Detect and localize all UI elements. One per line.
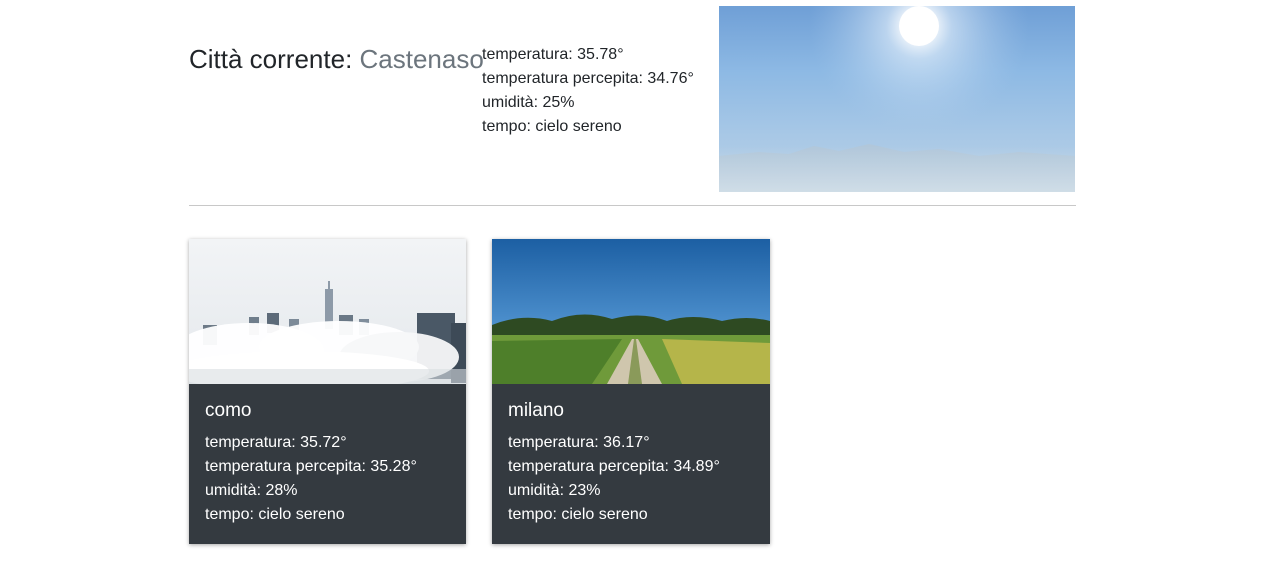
city-card-temperature: temperatura: 35.72° <box>205 434 347 451</box>
main-container: Città corrente: Castenaso temperatura: 3… <box>189 0 1076 544</box>
city-card-weather: tempo: cielo sereno <box>508 506 648 523</box>
section-divider <box>189 205 1076 206</box>
city-card-milano[interactable]: milano temperatura: 36.17° temperatura p… <box>492 239 770 544</box>
city-card-feels-like: temperatura percepita: 34.89° <box>508 458 720 475</box>
city-card-image <box>492 239 770 384</box>
city-card-body: milano temperatura: 36.17° temperatura p… <box>508 399 720 527</box>
sunny-sky-illustration <box>719 6 1075 192</box>
current-city-label: Città corrente: <box>189 44 360 74</box>
city-card-title: como <box>205 400 252 421</box>
current-feels-like: temperatura percepita: 34.76° <box>482 70 694 87</box>
city-card-weather: tempo: cielo sereno <box>205 506 345 523</box>
current-humidity: umidità: 25% <box>482 94 575 111</box>
current-weather-image <box>719 6 1075 192</box>
city-card-feels-like: temperatura percepita: 35.28° <box>205 458 417 475</box>
city-card-humidity: umidità: 28% <box>205 482 298 499</box>
current-city-section: Città corrente: Castenaso temperatura: 3… <box>189 0 1076 206</box>
countryside-road-illustration <box>492 239 770 384</box>
city-card-humidity: umidità: 23% <box>508 482 601 499</box>
city-card-title: milano <box>508 400 564 421</box>
city-in-clouds-illustration <box>189 239 466 391</box>
current-temperature: temperatura: 35.78° <box>482 46 624 63</box>
current-weather: tempo: cielo sereno <box>482 118 622 135</box>
sun-icon <box>899 6 939 46</box>
city-card-temperature: temperatura: 36.17° <box>508 434 650 451</box>
city-card-image <box>189 239 466 391</box>
current-city-name: Castenaso <box>359 44 484 74</box>
current-weather-stats: temperatura: 35.78° temperatura percepit… <box>482 43 694 139</box>
city-card-como[interactable]: como temperatura: 35.72° temperatura per… <box>189 239 466 544</box>
city-card-body: como temperatura: 35.72° temperatura per… <box>205 399 417 527</box>
current-city-heading: Città corrente: Castenaso <box>189 43 484 75</box>
